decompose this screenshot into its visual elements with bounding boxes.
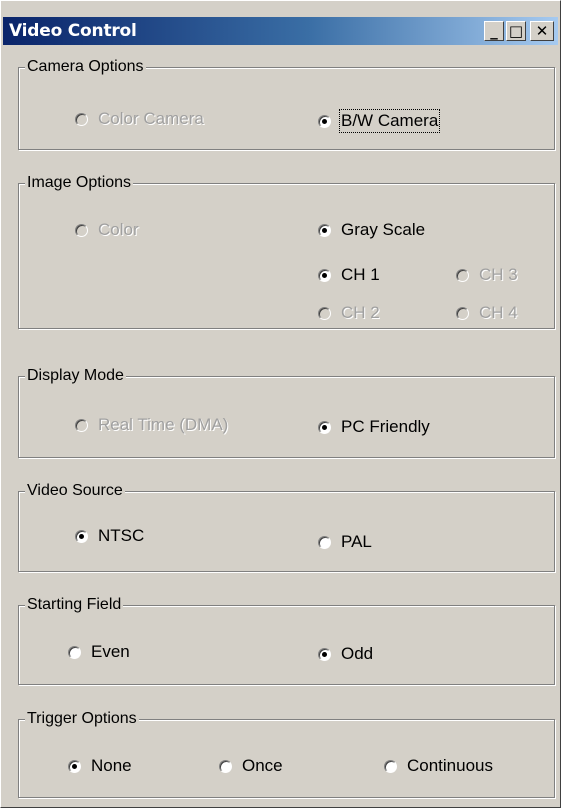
- radio-indicator: [75, 418, 88, 432]
- radio-label: Real Time (DMA): [98, 415, 229, 434]
- radio-label: CH 1: [341, 265, 380, 284]
- radio-label: NTSC: [98, 526, 145, 545]
- radio-none[interactable]: None: [68, 756, 132, 776]
- radio-pal[interactable]: PAL: [318, 532, 372, 552]
- radio-label: Even: [91, 642, 130, 661]
- video-source-group: Video Source NTSC PAL: [18, 481, 555, 572]
- radio-indicator: [68, 645, 81, 659]
- video-source-legend: Video Source: [25, 481, 125, 501]
- maximize-icon: □: [508, 22, 524, 40]
- radio-ch2[interactable]: CH 2: [318, 303, 380, 323]
- radio-ntsc[interactable]: NTSC: [75, 526, 144, 546]
- display-mode-legend: Display Mode: [25, 366, 126, 386]
- radio-ch1[interactable]: CH 1: [318, 265, 380, 285]
- window-title: Video Control: [9, 21, 137, 41]
- radio-indicator: [384, 759, 397, 773]
- radio-indicator: [75, 529, 88, 543]
- minimize-icon: _: [490, 22, 498, 40]
- radio-indicator: [318, 647, 331, 661]
- title-bar[interactable]: Video Control _ □ ✕: [3, 17, 558, 45]
- minimize-button[interactable]: _: [484, 21, 504, 41]
- radio-indicator: [75, 223, 88, 237]
- radio-label: Odd: [341, 644, 374, 663]
- radio-label: Gray Scale: [341, 220, 426, 239]
- radio-label: Color Camera: [98, 109, 204, 128]
- radio-label: Once: [242, 756, 283, 775]
- radio-color-camera[interactable]: Color Camera: [75, 109, 204, 129]
- radio-label: CH 4: [479, 303, 518, 322]
- starting-field-group: Starting Field Even Odd: [18, 595, 555, 685]
- close-icon: ✕: [535, 22, 549, 40]
- trigger-options-legend: Trigger Options: [25, 709, 139, 729]
- radio-label: CH 2: [341, 303, 380, 322]
- radio-label: PAL: [341, 532, 372, 551]
- video-control-window: Video Control _ □ ✕ Camera Options Color…: [0, 0, 561, 808]
- radio-ch4[interactable]: CH 4: [456, 303, 518, 323]
- radio-label: Color: [98, 220, 139, 239]
- radio-continuous[interactable]: Continuous: [384, 756, 493, 776]
- radio-bw-camera[interactable]: B/W Camera: [318, 109, 441, 133]
- radio-indicator: [318, 223, 331, 237]
- camera-options-group: Camera Options Color Camera B/W Camera: [18, 57, 555, 150]
- radio-indicator: [456, 306, 469, 320]
- radio-indicator: [318, 535, 331, 549]
- image-options-group: Image Options Color Gray Scale CH 1 CH 3…: [18, 173, 555, 329]
- maximize-button[interactable]: □: [506, 21, 526, 41]
- radio-label: Continuous: [407, 756, 494, 775]
- radio-indicator: [456, 268, 469, 282]
- display-mode-group: Display Mode Real Time (DMA) PC Friendly: [18, 366, 555, 458]
- radio-ch3[interactable]: CH 3: [456, 265, 518, 285]
- radio-label: None: [91, 756, 132, 775]
- radio-indicator: [318, 114, 331, 128]
- radio-gray-scale[interactable]: Gray Scale: [318, 220, 425, 240]
- radio-odd[interactable]: Odd: [318, 644, 373, 664]
- radio-label: B/W Camera: [338, 109, 441, 133]
- radio-indicator: [68, 759, 81, 773]
- radio-indicator: [75, 112, 88, 126]
- radio-real-time-dma[interactable]: Real Time (DMA): [75, 415, 228, 435]
- radio-label: CH 3: [479, 265, 518, 284]
- radio-indicator: [318, 306, 331, 320]
- radio-indicator: [318, 268, 331, 282]
- radio-even[interactable]: Even: [68, 642, 130, 662]
- close-button[interactable]: ✕: [530, 21, 554, 41]
- starting-field-legend: Starting Field: [25, 595, 124, 615]
- radio-indicator: [219, 759, 232, 773]
- radio-once[interactable]: Once: [219, 756, 283, 776]
- trigger-options-group: Trigger Options None Once Continuous: [18, 709, 555, 798]
- radio-color[interactable]: Color: [75, 220, 139, 240]
- radio-label: PC Friendly: [341, 417, 430, 436]
- image-options-legend: Image Options: [25, 173, 134, 193]
- radio-indicator: [318, 420, 331, 434]
- radio-pc-friendly[interactable]: PC Friendly: [318, 417, 430, 437]
- camera-options-legend: Camera Options: [25, 57, 146, 77]
